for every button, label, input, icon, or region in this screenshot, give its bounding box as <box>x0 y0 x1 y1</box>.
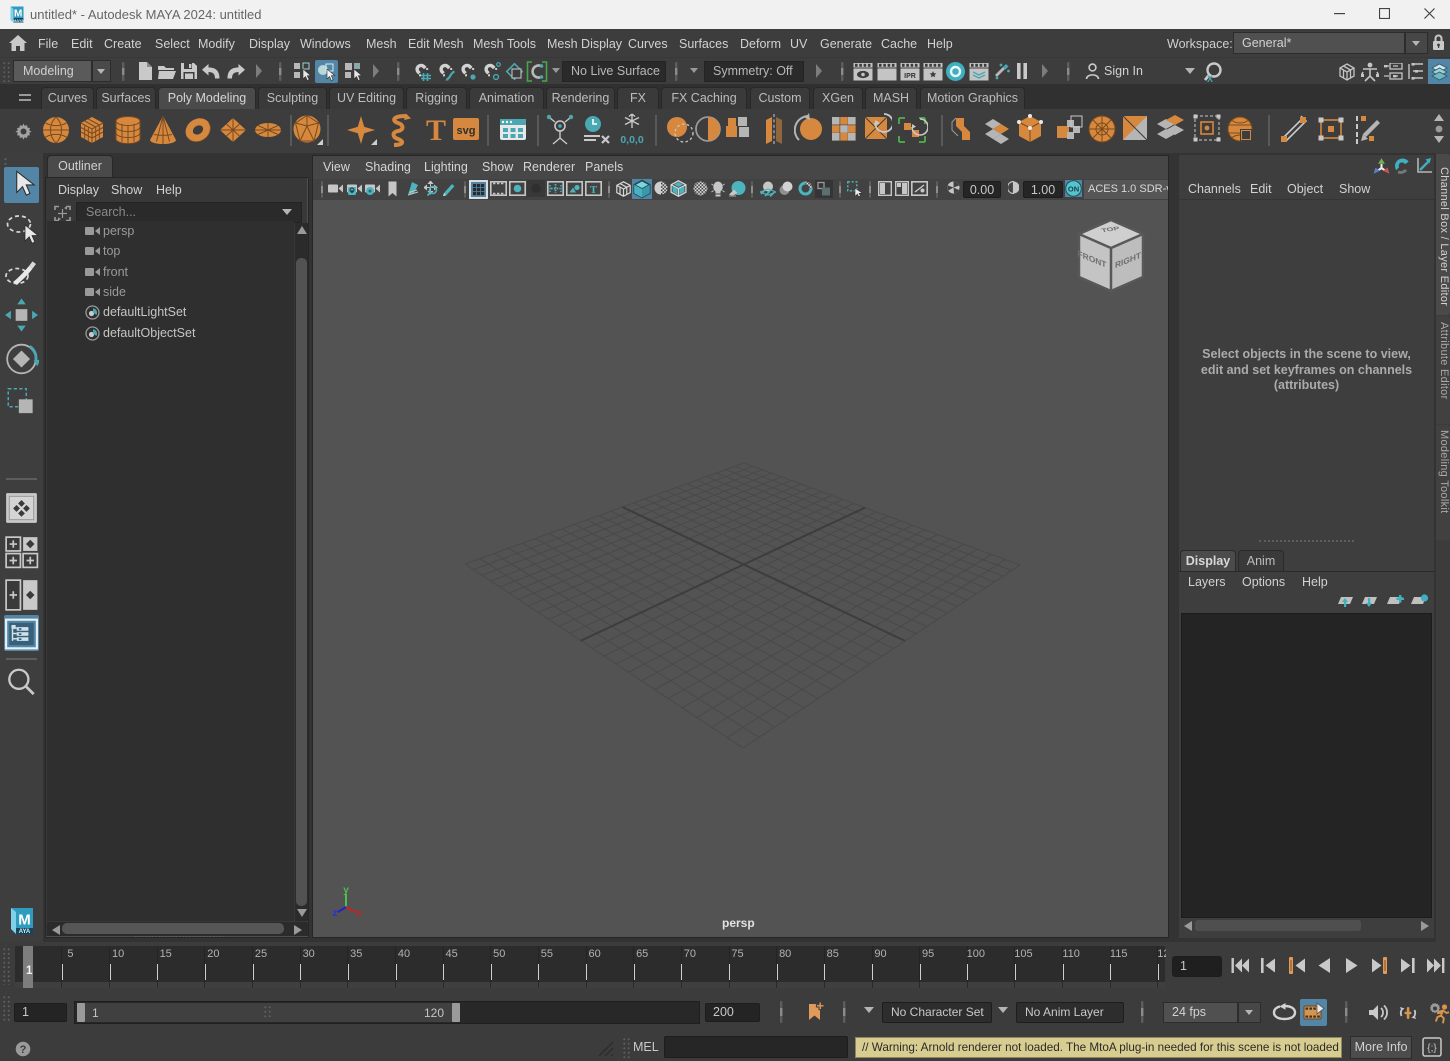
svg-text:IPR: IPR <box>904 73 916 80</box>
svg-text:0,0,0: 0,0,0 <box>620 134 644 146</box>
svg-text:svg: svg <box>457 125 476 137</box>
svg-text:T: T <box>426 114 446 147</box>
svg-text:y: y <box>343 886 349 896</box>
svg-text:{;}: {;} <box>1427 1043 1437 1054</box>
svg-text:X: X <box>1207 74 1213 83</box>
svg-text:x: x <box>356 908 362 919</box>
svg-text:AYA: AYA <box>19 929 31 935</box>
svg-text:?: ? <box>20 1044 27 1056</box>
svg-text:z: z <box>333 908 338 919</box>
svg-text:MAYA: MAYA <box>13 18 24 23</box>
svg-text:M: M <box>18 912 31 929</box>
